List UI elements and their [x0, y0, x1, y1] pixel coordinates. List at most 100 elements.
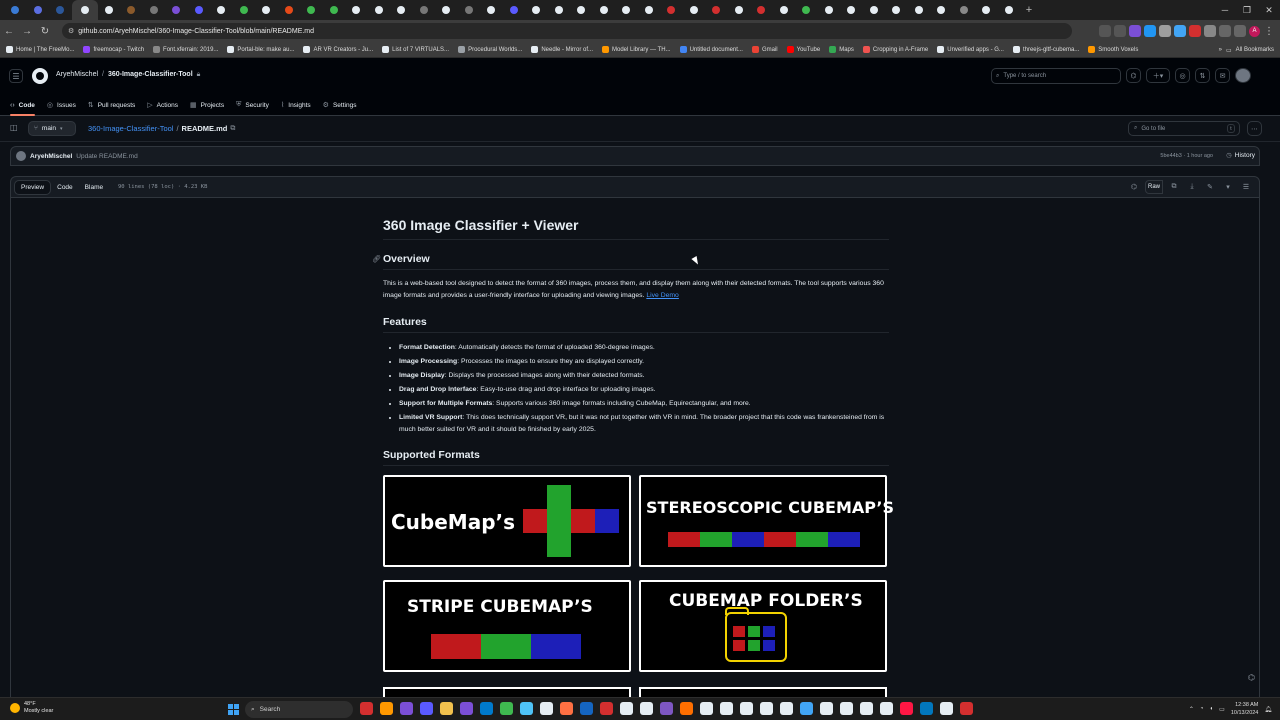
taskbar-app-icon[interactable]: [600, 702, 613, 715]
browser-tab[interactable]: [165, 0, 188, 20]
bookmark-item[interactable]: Maps: [829, 46, 854, 53]
clock[interactable]: 12:38 AM 10/13/2024: [1231, 701, 1259, 717]
browser-tab[interactable]: [593, 0, 616, 20]
create-new-icon[interactable]: ＋▾: [1146, 68, 1170, 83]
bookmark-item[interactable]: Unverified apps - G...: [937, 46, 1004, 53]
puzzle-icon[interactable]: [1219, 25, 1231, 37]
site-info-icon[interactable]: ⚙: [68, 27, 74, 35]
browser-tab[interactable]: [548, 0, 571, 20]
taskbar-app-icon[interactable]: [520, 702, 533, 715]
repo-link[interactable]: 360-Image-Classifier-Tool: [108, 71, 193, 79]
bookmark-item[interactable]: Gmail: [751, 46, 778, 53]
taskbar-app-icon[interactable]: [500, 702, 513, 715]
extension-icon[interactable]: [1159, 25, 1171, 37]
browser-tab[interactable]: [143, 0, 166, 20]
extension-icon[interactable]: [1144, 25, 1156, 37]
address-bar[interactable]: ⚙ github.com/AryehMischel/360-Image-Clas…: [62, 23, 1072, 39]
bookmark-item[interactable]: YouTube: [786, 46, 820, 53]
browser-tab[interactable]: [278, 0, 301, 20]
browser-tab[interactable]: [683, 0, 706, 20]
extension-icon[interactable]: [1204, 25, 1216, 37]
browser-tab[interactable]: [975, 0, 998, 20]
breadcrumb-repo-link[interactable]: 360-Image-Classifier-Tool: [88, 124, 173, 133]
browser-tab[interactable]: [390, 0, 413, 20]
profile-avatar[interactable]: A: [1249, 25, 1260, 37]
browser-tab[interactable]: [368, 0, 391, 20]
chrome-menu-icon[interactable]: ⋮: [1260, 22, 1278, 40]
live-demo-link[interactable]: Live Demo: [646, 292, 679, 299]
bookmark-item[interactable]: threejs-gltf-cubema...: [1012, 46, 1079, 53]
taskbar-app-icon[interactable]: [440, 702, 453, 715]
reload-icon[interactable]: ↻: [36, 22, 54, 40]
link-icon[interactable]: 🔗︎: [372, 255, 381, 263]
taskbar-app-icon[interactable]: [660, 702, 673, 715]
browser-tab[interactable]: [705, 0, 728, 20]
outline-list-icon[interactable]: ☰: [1239, 180, 1253, 194]
browser-tab[interactable]: [4, 0, 27, 20]
taskbar-app-icon[interactable]: [560, 702, 573, 715]
inbox-icon[interactable]: ✉: [1215, 68, 1230, 83]
bookmark-item[interactable]: Needle - Mirror of...: [531, 46, 593, 53]
extension-icon[interactable]: [1189, 25, 1201, 37]
bookmark-item[interactable]: Cropping in A-Frame: [862, 46, 928, 53]
windows-start-icon[interactable]: [228, 704, 239, 715]
browser-tab[interactable]: [188, 0, 211, 20]
wifi-icon[interactable]: ◔: [1200, 706, 1204, 712]
browser-tab[interactable]: [120, 0, 143, 20]
tab-issues[interactable]: ◎ Issues: [47, 94, 76, 116]
browser-tab[interactable]: [480, 0, 503, 20]
browser-tab[interactable]: [908, 0, 931, 20]
browser-tab[interactable]: [795, 0, 818, 20]
battery-icon[interactable]: ▭: [1219, 706, 1225, 713]
back-icon[interactable]: ←: [0, 22, 18, 40]
extension-icon[interactable]: [1129, 25, 1141, 37]
maximize-icon[interactable]: ❐: [1236, 0, 1258, 20]
taskbar-app-icon[interactable]: [380, 702, 393, 715]
bookmark-item[interactable]: List of 7 VIRTUALS...: [382, 46, 449, 53]
taskbar-app-icon[interactable]: [360, 702, 373, 715]
browser-tab[interactable]: [345, 0, 368, 20]
tray-chevron-icon[interactable]: ⌃: [1189, 706, 1194, 713]
browser-tab[interactable]: [750, 0, 773, 20]
browser-tab[interactable]: [98, 0, 121, 20]
browser-tab[interactable]: [998, 0, 1021, 20]
tab-settings[interactable]: ⚙ Settings: [323, 94, 357, 116]
browser-tab[interactable]: [255, 0, 278, 20]
tab-code[interactable]: ‹› Code: [10, 94, 35, 116]
bookmark-item[interactable]: Untitled document...: [679, 46, 743, 53]
commit-author[interactable]: AryehMischel: [30, 153, 72, 160]
browser-tab[interactable]: [728, 0, 751, 20]
taskbar-app-icon[interactable]: [540, 702, 553, 715]
browser-tab[interactable]: [210, 0, 233, 20]
taskbar-app-icon[interactable]: [580, 702, 593, 715]
new-tab-icon[interactable]: +: [1020, 4, 1038, 16]
browser-tab[interactable]: [638, 0, 661, 20]
taskbar-app-icon[interactable]: [480, 702, 493, 715]
minimize-icon[interactable]: ─: [1214, 0, 1236, 20]
browser-tab[interactable]: [300, 0, 323, 20]
taskbar-app-icon[interactable]: [860, 702, 873, 715]
browser-tab[interactable]: [773, 0, 796, 20]
tab-projects[interactable]: ▦ Projects: [190, 94, 224, 116]
taskbar-app-icon[interactable]: [620, 702, 633, 715]
commit-author-avatar[interactable]: [16, 151, 26, 161]
browser-tab[interactable]: [930, 0, 953, 20]
browser-tab[interactable]: [323, 0, 346, 20]
taskbar-app-icon[interactable]: [900, 702, 913, 715]
cast-icon[interactable]: [1099, 25, 1111, 37]
branch-selector[interactable]: ⑂ main ▾: [28, 121, 76, 136]
tab-pull-requests[interactable]: ⇅ Pull requests: [88, 94, 135, 116]
more-options-icon[interactable]: ⋯: [1247, 121, 1262, 136]
bookmark-item[interactable]: Procedural Worlds...: [458, 46, 522, 53]
all-bookmarks[interactable]: » ▭ All Bookmarks: [1219, 42, 1274, 58]
taskbar-app-icon[interactable]: [460, 702, 473, 715]
copilot-icon[interactable]: ⌬: [1127, 180, 1141, 194]
browser-tab[interactable]: [71, 0, 98, 20]
tab-code[interactable]: Code: [51, 180, 79, 195]
bookmark-item[interactable]: Model Library — TH...: [602, 46, 671, 53]
bookmark-item[interactable]: Font.xferrain: 2019...: [153, 46, 218, 53]
taskbar-app-icon[interactable]: [820, 702, 833, 715]
copy-path-icon[interactable]: ⧉: [230, 125, 235, 133]
browser-tab[interactable]: [27, 0, 50, 20]
overflow-chevron-icon[interactable]: »: [1219, 47, 1222, 53]
